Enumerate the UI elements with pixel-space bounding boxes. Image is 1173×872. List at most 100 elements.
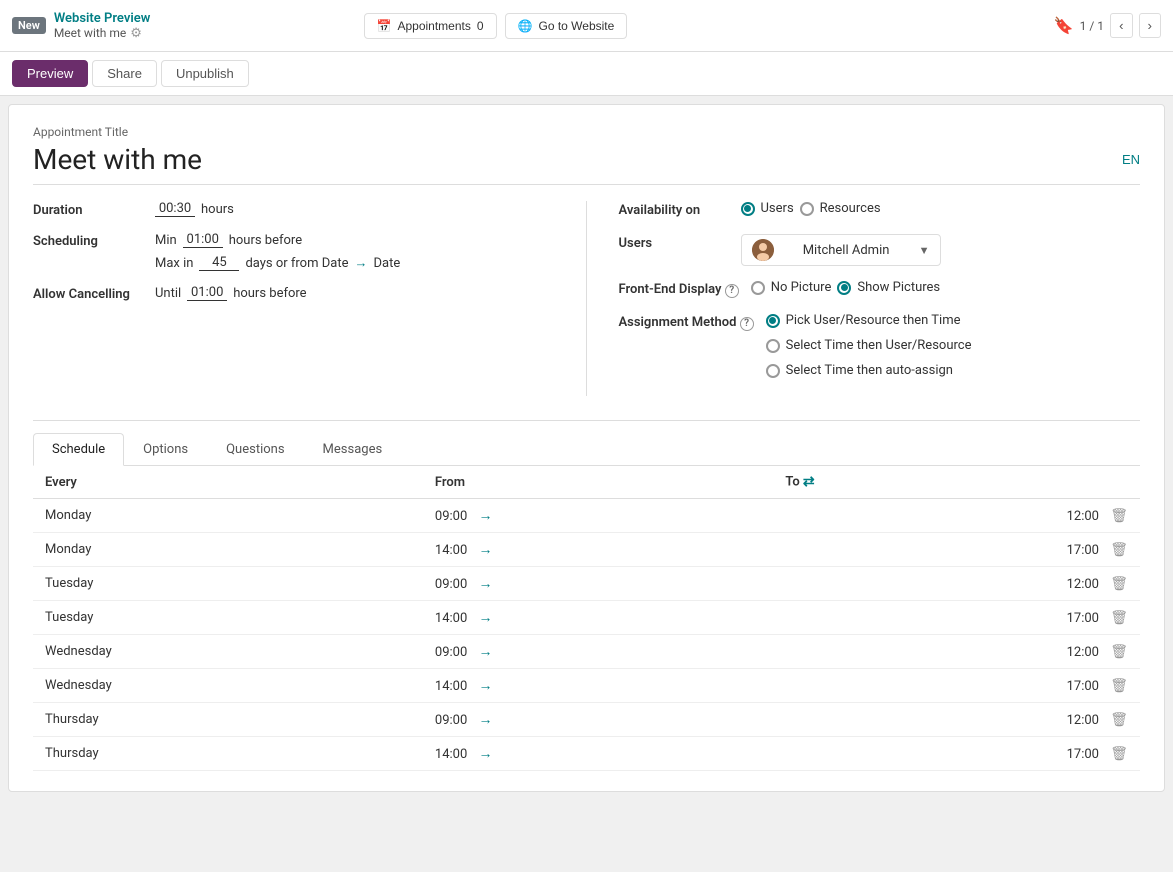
show-pictures-radio[interactable] — [837, 281, 851, 295]
trash-icon[interactable]: 🗑 — [1110, 644, 1128, 660]
trash-icon[interactable]: 🗑 — [1110, 576, 1128, 592]
duration-unit: hours — [201, 202, 234, 217]
tab-messages[interactable]: Messages — [304, 433, 402, 465]
scheduling-min-suffix: hours before — [229, 233, 302, 248]
day-cell: Thursday — [33, 703, 423, 737]
trash-icon[interactable]: 🗑 — [1110, 610, 1128, 626]
language-button[interactable]: EN — [1122, 152, 1140, 167]
appointments-label: Appointments — [397, 19, 470, 33]
availability-users-option[interactable]: Users — [741, 201, 794, 216]
appointment-title-row: Meet with me EN — [33, 143, 1140, 185]
row-arrow-icon: → — [479, 746, 493, 762]
topbar: New Website Preview Meet with me ⚙ 📅 App… — [0, 0, 1173, 52]
day-cell: Tuesday — [33, 567, 423, 601]
appointments-count: 0 — [477, 19, 484, 33]
to-cell: 12:00 🗑 — [773, 703, 1140, 737]
table-row: Tuesday 09:00 → 12:00 🗑 — [33, 567, 1140, 601]
row-arrow-icon: → — [479, 678, 493, 694]
table-row: Thursday 14:00 → 17:00 🗑 — [33, 737, 1140, 771]
meet-with-me-subtitle: Meet with me — [54, 26, 126, 40]
table-row: Monday 09:00 → 12:00 🗑 — [33, 499, 1140, 533]
trash-icon[interactable]: 🗑 — [1110, 508, 1128, 524]
assignment-opt2-option[interactable]: Select Time then User/Resource — [766, 338, 972, 353]
trash-icon[interactable]: 🗑 — [1110, 712, 1128, 728]
to-cell: 17:00 🗑 — [773, 533, 1140, 567]
assignment-method-label: Assignment Method ? — [619, 313, 754, 331]
trash-icon[interactable]: 🗑 — [1110, 542, 1128, 558]
assignment-opt3-radio[interactable] — [766, 364, 780, 378]
new-badge: New — [12, 17, 46, 34]
duration-input[interactable]: 00:30 — [155, 201, 195, 217]
scheduling-max-row: Max in 45 days or from Date → Date — [33, 255, 554, 271]
assignment-opt1-option[interactable]: Pick User/Resource then Time — [766, 313, 961, 328]
row-arrow-icon: → — [479, 712, 493, 728]
tab-questions[interactable]: Questions — [207, 433, 303, 465]
availability-resources-label: Resources — [820, 201, 881, 216]
go-to-website-button[interactable]: 🌐 Go to Website — [505, 13, 628, 39]
no-picture-option[interactable]: No Picture — [751, 280, 832, 295]
resources-radio[interactable] — [800, 202, 814, 216]
duration-row: Duration 00:30 hours — [33, 201, 554, 218]
duration-label: Duration — [33, 201, 143, 218]
topbar-title-block: Website Preview Meet with me ⚙ — [54, 11, 150, 41]
assignment-method-row: Assignment Method ? Pick User/Resource t… — [619, 313, 1141, 382]
day-cell: Wednesday — [33, 669, 423, 703]
availability-label: Availability on — [619, 201, 729, 218]
scheduling-max-value: Max in 45 days or from Date → Date — [155, 255, 400, 271]
no-picture-radio[interactable] — [751, 281, 765, 295]
page-indicator: 1 / 1 — [1080, 19, 1104, 33]
users-select[interactable]: Mitchell Admin ▼ — [741, 234, 941, 266]
availability-options: Users Resources — [741, 201, 881, 220]
assignment-opt2-radio[interactable] — [766, 339, 780, 353]
scheduling-arrow: → — [354, 255, 367, 271]
go-to-website-label: Go to Website — [539, 19, 615, 33]
prev-button[interactable]: ‹ — [1110, 13, 1132, 38]
scheduling-max-input[interactable]: 45 — [199, 255, 239, 271]
to-cell: 17:00 🗑 — [773, 669, 1140, 703]
schedule-table: Every From To ⇄ Monday 09:00 → 12:00 🗑 M… — [33, 466, 1140, 771]
to-cell: 17:00 🗑 — [773, 601, 1140, 635]
allow-cancelling-input[interactable]: 01:00 — [187, 285, 227, 301]
assignment-opt3-option[interactable]: Select Time then auto-assign — [766, 363, 953, 378]
assignment-help-icon[interactable]: ? — [740, 317, 754, 331]
website-preview-label[interactable]: Website Preview — [54, 11, 150, 26]
preview-button[interactable]: Preview — [12, 60, 88, 87]
day-cell: Monday — [33, 499, 423, 533]
scheduling-min-input[interactable]: 01:00 — [183, 232, 223, 248]
topbar-subtitle: Meet with me ⚙ — [54, 26, 150, 41]
sort-icon[interactable]: ⇄ — [803, 474, 815, 490]
gear-icon[interactable]: ⚙ — [130, 26, 142, 41]
assignment-opt1-radio[interactable] — [766, 314, 780, 328]
col-to: To ⇄ — [773, 466, 1140, 499]
scheduling-min-label: Min — [155, 233, 177, 248]
to-cell: 12:00 🗑 — [773, 567, 1140, 601]
next-button[interactable]: › — [1139, 13, 1161, 38]
users-radio[interactable] — [741, 202, 755, 216]
from-cell: 09:00 → — [423, 499, 773, 533]
table-row: Tuesday 14:00 → 17:00 🗑 — [33, 601, 1140, 635]
col-every: Every — [33, 466, 423, 499]
no-picture-label: No Picture — [771, 280, 832, 295]
frontend-display-row: Front-End Display ? No Picture Show Pict… — [619, 280, 1141, 299]
user-avatar — [752, 239, 774, 261]
availability-resources-option[interactable]: Resources — [800, 201, 881, 216]
trash-icon[interactable]: 🗑 — [1110, 746, 1128, 762]
share-button[interactable]: Share — [92, 60, 157, 87]
from-cell: 14:00 → — [423, 533, 773, 567]
show-pictures-option[interactable]: Show Pictures — [837, 280, 940, 295]
scheduling-max-label: Max in — [155, 256, 193, 271]
to-cell: 17:00 🗑 — [773, 737, 1140, 771]
form-left: Duration 00:30 hours Scheduling Min 01:0… — [33, 201, 587, 396]
tabs: Schedule Options Questions Messages — [33, 433, 1140, 466]
tab-options[interactable]: Options — [124, 433, 207, 465]
calendar-icon: 📅 — [377, 19, 392, 33]
day-cell: Tuesday — [33, 601, 423, 635]
unpublish-button[interactable]: Unpublish — [161, 60, 249, 87]
frontend-help-icon[interactable]: ? — [725, 284, 739, 298]
appointments-button[interactable]: 📅 Appointments 0 — [364, 13, 497, 39]
avatar-image — [752, 239, 774, 261]
users-value: Mitchell Admin — [803, 243, 890, 258]
form-grid: Duration 00:30 hours Scheduling Min 01:0… — [33, 201, 1140, 396]
trash-icon[interactable]: 🗑 — [1110, 678, 1128, 694]
tab-schedule[interactable]: Schedule — [33, 433, 124, 466]
